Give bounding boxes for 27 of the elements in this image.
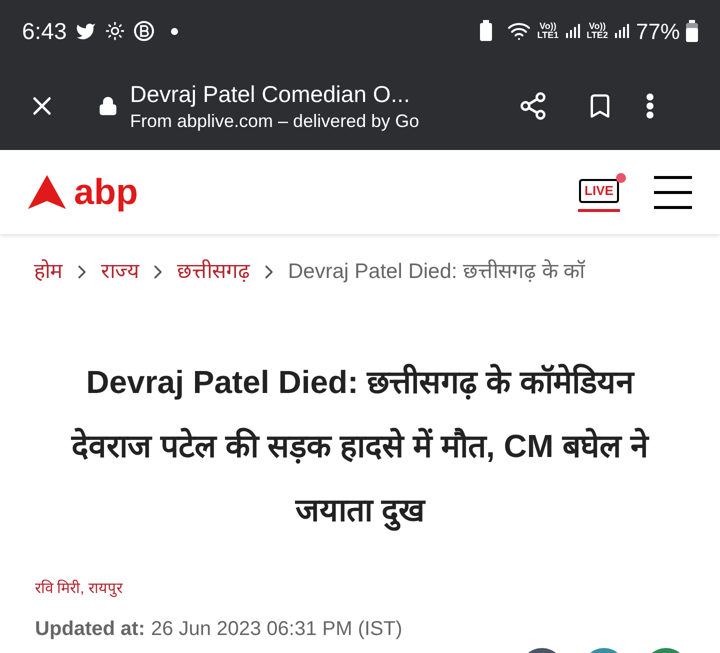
network-label: LTE2 (586, 31, 608, 40)
more-icon (646, 93, 654, 119)
site-logo[interactable]: abp (28, 174, 138, 210)
updated-date: 26 Jun 2023 06:31 PM (IST) (151, 617, 402, 642)
network-label: LTE1 (537, 31, 559, 40)
battery-saver-icon (479, 20, 494, 42)
signal-icon (564, 23, 581, 39)
battery-icon (686, 20, 698, 42)
lock-icon (98, 96, 118, 116)
menu-button[interactable] (654, 176, 692, 208)
volte-label: Vo)) (540, 22, 556, 31)
breadcrumb-link[interactable]: होम (34, 256, 63, 288)
breadcrumb-link[interactable]: छत्तीसगढ़ (177, 256, 250, 288)
clock: 6:43 (22, 16, 67, 46)
article-headline: Devraj Patel Died: छत्तीसगढ़ के कॉमेडियन देवराज पटेल की सड़क हादसे में मौत, CM बघेल ने जयाता दुख (0, 350, 720, 542)
page-title: Devraj Patel Comedian O... (130, 80, 411, 109)
page-source: From abplive.com – delivered by Go (130, 110, 420, 133)
breadcrumb-link[interactable]: राज्य (101, 256, 139, 288)
volte-label: Vo)) (588, 22, 606, 31)
battery-percent: 77% (636, 18, 680, 46)
sun-icon (104, 21, 125, 41)
signal-icon (614, 23, 630, 39)
share-icon (518, 91, 548, 121)
b-circle-icon (132, 20, 155, 42)
updated-label: Updated at: (35, 617, 145, 642)
byline: रवि मिरी, रायपुर (34, 578, 124, 599)
breadcrumb-current: Devraj Patel Died: छत्तीसगढ़ के कॉ (288, 258, 585, 285)
